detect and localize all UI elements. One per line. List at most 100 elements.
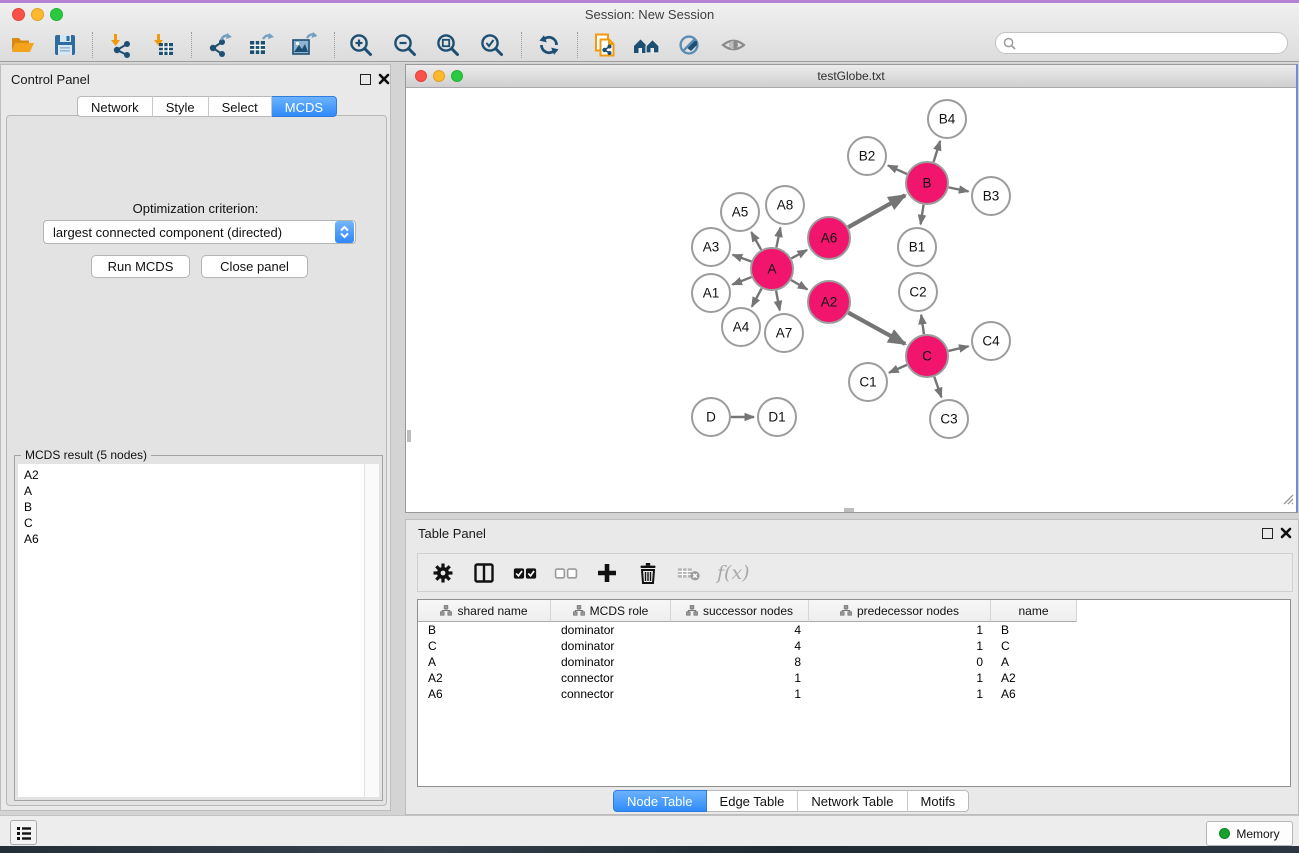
graph-node-D[interactable]: D — [692, 398, 730, 436]
table-cell[interactable]: A6 — [418, 686, 551, 702]
optimization-select[interactable]: largest connected component (directed) — [43, 220, 356, 244]
tab-node-table[interactable]: Node Table — [613, 790, 707, 812]
graph-edge-C-C4[interactable] — [948, 346, 968, 351]
table-cell[interactable]: B — [418, 622, 551, 638]
table-cell[interactable]: connector — [551, 686, 671, 702]
graph-node-C2[interactable]: C2 — [899, 273, 937, 311]
graph-edge-A-A7[interactable] — [776, 291, 780, 311]
table-row[interactable]: Cdominator41C — [418, 638, 1290, 654]
table-cell[interactable]: A — [418, 654, 551, 670]
graph-node-C1[interactable]: C1 — [849, 363, 887, 401]
graph-node-A2[interactable]: A2 — [808, 281, 850, 323]
table-cell[interactable]: 4 — [671, 638, 809, 654]
graph-edge-A-A8[interactable] — [776, 228, 780, 248]
graph-node-A4[interactable]: A4 — [722, 308, 760, 346]
column-header-mcds-role[interactable]: MCDS role — [551, 600, 671, 622]
create-column-icon[interactable] — [594, 560, 620, 586]
mcds-list-scrollbar[interactable] — [364, 464, 379, 797]
mcds-result-item[interactable]: B — [24, 499, 364, 515]
graph-edge-A2-C[interactable] — [848, 313, 905, 344]
table-cell[interactable]: C — [418, 638, 551, 654]
graph-edge-A-A6[interactable] — [791, 250, 807, 259]
table-cell[interactable]: C — [991, 638, 1077, 654]
import-table-icon[interactable] — [149, 30, 177, 60]
zoom-fit-icon[interactable] — [434, 30, 462, 60]
search-input[interactable] — [1020, 36, 1287, 50]
table-cell[interactable]: dominator — [551, 654, 671, 670]
table-cell[interactable]: A2 — [418, 670, 551, 686]
delete-table-icon[interactable] — [676, 560, 702, 586]
vertical-scroll-thumb[interactable] — [407, 430, 411, 442]
function-builder-icon[interactable]: f(x) — [717, 562, 750, 584]
task-history-button[interactable] — [10, 820, 37, 845]
table-cell[interactable]: dominator — [551, 622, 671, 638]
tab-mcds[interactable]: MCDS — [272, 96, 337, 117]
graph-edge-B-B4[interactable] — [934, 141, 941, 162]
graph-node-C4[interactable]: C4 — [972, 322, 1010, 360]
zoom-out-icon[interactable] — [391, 30, 419, 60]
tab-edge-table[interactable]: Edge Table — [707, 790, 799, 812]
mcds-result-item[interactable]: A — [24, 483, 364, 499]
split-panel-icon[interactable] — [471, 560, 497, 586]
table-row[interactable]: Adominator80A — [418, 654, 1290, 670]
table-cell[interactable]: 8 — [671, 654, 809, 670]
graph-node-A3[interactable]: A3 — [692, 228, 730, 266]
table-cell[interactable]: 4 — [671, 622, 809, 638]
graph-edge-A6-B[interactable] — [848, 195, 905, 227]
tab-network-table[interactable]: Network Table — [798, 790, 907, 812]
zoom-selected-icon[interactable] — [478, 30, 506, 60]
column-header-successor-nodes[interactable]: successor nodes — [671, 600, 809, 622]
table-cell[interactable]: 1 — [809, 622, 991, 638]
graph-node-D1[interactable]: D1 — [758, 398, 796, 436]
mcds-result-item[interactable]: C — [24, 515, 364, 531]
graph-edge-B-B1[interactable] — [921, 205, 924, 225]
table-row[interactable]: Bdominator41B — [418, 622, 1290, 638]
close-panel-button[interactable]: Close panel — [201, 255, 308, 278]
table-row[interactable]: A6connector11A6 — [418, 686, 1290, 702]
table-cell[interactable]: 1 — [809, 670, 991, 686]
table-cell[interactable]: A6 — [991, 686, 1077, 702]
duplicate-network-icon[interactable] — [591, 30, 619, 60]
save-session-icon[interactable] — [51, 30, 79, 60]
graph-node-A7[interactable]: A7 — [765, 314, 803, 352]
graph-edge-B-B3[interactable] — [949, 187, 969, 191]
open-session-icon[interactable] — [9, 30, 37, 60]
close-panel-icon[interactable] — [378, 72, 390, 90]
tab-network[interactable]: Network — [77, 96, 153, 117]
graph-node-A8[interactable]: A8 — [766, 186, 804, 224]
memory-button[interactable]: Memory — [1206, 821, 1293, 846]
export-image-icon[interactable] — [290, 30, 318, 60]
table-settings-icon[interactable] — [430, 560, 456, 586]
run-mcds-button[interactable]: Run MCDS — [91, 255, 190, 278]
graph-edge-B-B2[interactable] — [888, 165, 907, 174]
table-cell[interactable]: A — [991, 654, 1077, 670]
graph-edge-A-A5[interactable] — [751, 232, 761, 250]
table-cell[interactable]: 1 — [671, 670, 809, 686]
table-cell[interactable]: 1 — [809, 638, 991, 654]
graph-edge-A-A2[interactable] — [791, 280, 807, 289]
table-cell[interactable]: 1 — [671, 686, 809, 702]
network-graph[interactable]: B4B2BB3A8A5A6B1A3AC2A1A2A4A7C4CC1C3DD1 — [406, 88, 1295, 511]
table-cell[interactable]: 0 — [809, 654, 991, 670]
export-table-icon[interactable] — [247, 30, 275, 60]
column-header-shared-name[interactable]: shared name — [418, 600, 551, 622]
tab-select[interactable]: Select — [209, 96, 272, 117]
hide-columns-icon[interactable] — [553, 560, 579, 586]
graph-node-B3[interactable]: B3 — [972, 177, 1010, 215]
graph-node-B2[interactable]: B2 — [848, 137, 886, 175]
export-network-icon[interactable] — [206, 30, 234, 60]
table-cell[interactable]: A2 — [991, 670, 1077, 686]
toggle-labels-icon[interactable] — [676, 30, 704, 60]
graph-edge-C-C3[interactable] — [934, 377, 941, 398]
apply-layout-icon[interactable] — [535, 30, 563, 60]
table-cell[interactable]: dominator — [551, 638, 671, 654]
search-field[interactable] — [995, 32, 1288, 54]
table-cell[interactable]: 1 — [809, 686, 991, 702]
first-neighbors-icon[interactable] — [633, 30, 661, 60]
graph-node-B1[interactable]: B1 — [898, 228, 936, 266]
table-cell[interactable]: connector — [551, 670, 671, 686]
graph-node-A6[interactable]: A6 — [808, 217, 850, 259]
graph-edge-A-A3[interactable] — [733, 255, 752, 262]
float-panel-icon[interactable] — [360, 74, 371, 85]
graph-node-C[interactable]: C — [906, 335, 948, 377]
